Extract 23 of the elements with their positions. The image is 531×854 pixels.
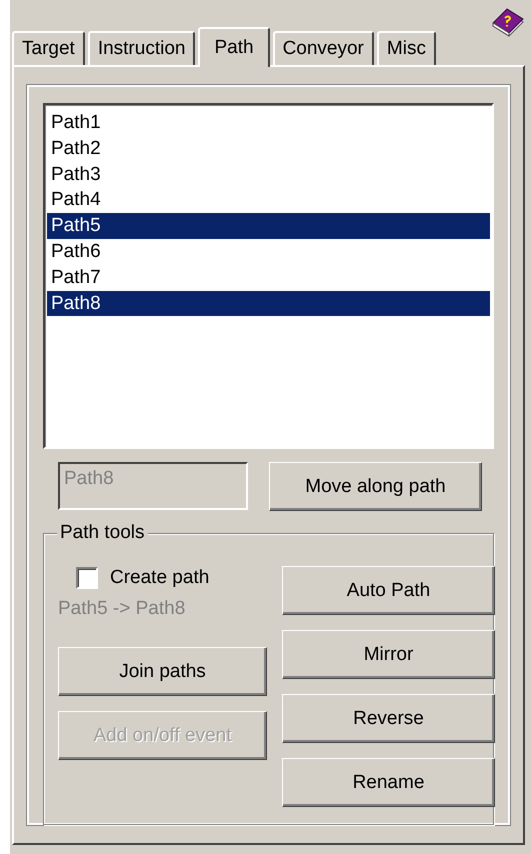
checkbox-label: Create path xyxy=(110,567,210,589)
tab[interactable]: Path xyxy=(198,27,270,67)
list-item[interactable]: Path1 xyxy=(47,110,490,136)
action-button[interactable]: Auto Path xyxy=(282,566,495,615)
list-item[interactable]: Path8 xyxy=(47,290,490,316)
move-button[interactable]: Move along path xyxy=(269,462,482,511)
path-list[interactable]: Path1 Path2 Path3 Path4 Path5 Path6 Path7 Path8 xyxy=(43,103,494,449)
list-item[interactable]: Path3 xyxy=(47,162,490,188)
tab[interactable]: Conveyor xyxy=(272,31,374,65)
tab[interactable]: Instruction xyxy=(88,31,196,65)
list-item[interactable]: Path5 xyxy=(47,213,490,239)
tab[interactable]: Misc xyxy=(376,31,436,65)
selection-info: Path5 -> Path8 xyxy=(58,598,186,621)
list-item[interactable]: Path6 xyxy=(47,238,490,265)
list-item[interactable]: Path7 xyxy=(47,264,490,291)
list-item[interactable]: Path4 xyxy=(47,187,490,214)
tab[interactable]: Target xyxy=(12,31,85,65)
action-button[interactable]: Join paths xyxy=(58,647,267,696)
action-button[interactable]: Reverse xyxy=(282,694,495,743)
create-path-checkbox[interactable] xyxy=(76,567,98,589)
action-button[interactable]: Rename xyxy=(282,758,495,807)
action-button[interactable]: Mirror xyxy=(282,630,495,679)
list-item[interactable]: Path2 xyxy=(47,136,490,162)
